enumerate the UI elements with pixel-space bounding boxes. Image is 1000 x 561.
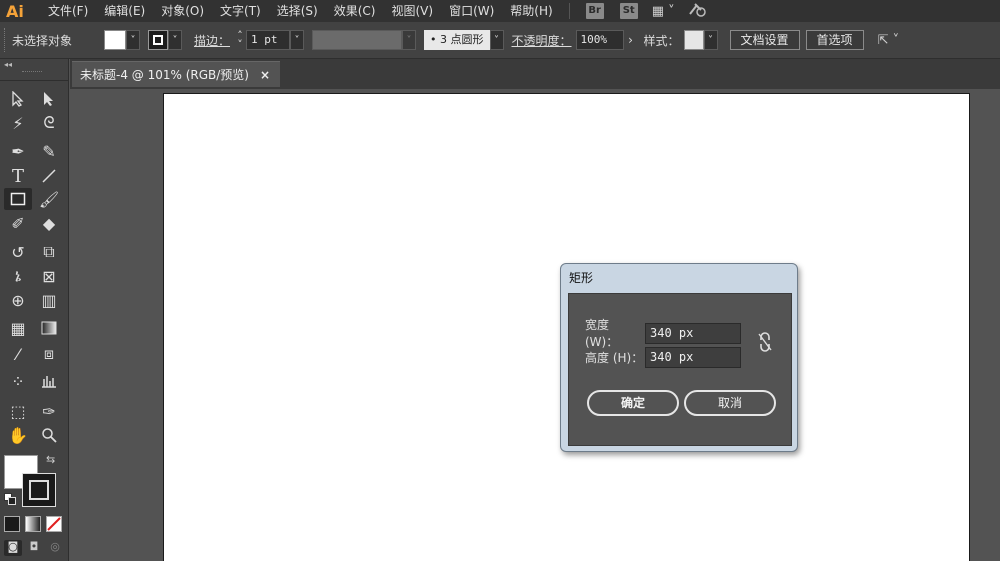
width-input[interactable]: 340 px [645, 322, 741, 344]
variable-width-profile[interactable] [312, 30, 403, 50]
hand-tool-icon[interactable]: ✋ [4, 424, 32, 446]
opacity-arrow[interactable]: › [624, 33, 638, 47]
line-segment-tool-icon[interactable] [35, 165, 63, 187]
menu-type[interactable]: 文字(T) [212, 0, 269, 22]
stroke-spinner[interactable]: ˄ ˅ [234, 30, 246, 50]
magic-wand-tool-icon[interactable]: ⚡ [4, 112, 32, 134]
stroke-color-box[interactable] [22, 473, 56, 507]
dialog-body: 宽度 (W)： 340 px 高度 (H)： 340 px 确定 取消 [568, 293, 792, 446]
swap-fill-stroke-icon[interactable]: ⇆ [46, 453, 62, 469]
brush-dropdown[interactable]: ˅ [489, 30, 504, 50]
paintbrush-tool-icon[interactable]: 🖌 [35, 188, 63, 210]
free-transform-tool-icon[interactable]: ⊠ [35, 265, 63, 287]
arrange-documents-icon[interactable]: ⇱ ˅ [878, 33, 900, 48]
menu-edit[interactable]: 编辑(E) [96, 0, 153, 22]
shape-builder-tool-icon[interactable]: ⊕ [4, 289, 32, 311]
dialog-title: 矩形 [569, 271, 594, 285]
document-tab-title: 未标题-4 @ 101% (RGB/预览) [80, 68, 249, 82]
cancel-button[interactable]: 取消 [684, 390, 776, 416]
column-graph-tool-icon[interactable] [35, 370, 63, 392]
height-label: 高度 (H)： [585, 351, 644, 365]
fill-dropdown[interactable]: ˅ [126, 30, 140, 50]
variable-width-dropdown[interactable]: ˅ [402, 30, 417, 50]
symbol-sprayer-tool-icon[interactable]: ⁘ [4, 370, 32, 392]
brush-definition[interactable]: • 3 点圆形 [424, 30, 490, 50]
height-row: 高度 (H)： 340 px [585, 347, 741, 368]
menu-bar: Ai 文件(F) 编辑(E) 对象(O) 文字(T) 选择(S) 效果(C) 视… [0, 0, 1000, 22]
stroke-weight-dropdown[interactable]: ˅ [290, 30, 305, 50]
zoom-tool-icon[interactable] [35, 424, 63, 446]
document-setup-button[interactable]: 文档设置 [729, 30, 800, 50]
direct-selection-tool-icon[interactable] [35, 88, 63, 110]
draw-inside-icon[interactable]: ◎ [46, 540, 64, 556]
slice-tool-icon[interactable]: ✑ [35, 400, 63, 422]
control-bar-grip[interactable] [4, 28, 8, 52]
menu-file[interactable]: 文件(F) [40, 0, 96, 22]
tools-panel-header[interactable]: ◂◂ [0, 59, 68, 81]
menu-effect[interactable]: 效果(C) [326, 0, 384, 22]
eyedropper-tool-icon[interactable]: ⁄ [4, 343, 32, 365]
opacity-input[interactable]: 100% [575, 30, 624, 50]
shaper-tool-icon[interactable]: ✐ [4, 212, 32, 234]
style-label: 样式： [643, 33, 680, 48]
menu-help[interactable]: 帮助(H) [502, 0, 560, 22]
warp-tool-icon[interactable]: ኔ [4, 265, 32, 287]
graphic-style-swatch[interactable] [683, 30, 704, 50]
artboard-tool-icon[interactable]: ⬚ [4, 400, 32, 422]
collapse-icon[interactable]: ◂◂ [4, 60, 12, 69]
pen-tool-icon[interactable]: ✒ [4, 140, 32, 162]
none-mode-icon[interactable] [46, 516, 62, 532]
draw-behind-icon[interactable]: ◘ [25, 540, 43, 556]
width-row: 宽度 (W)： 340 px [585, 316, 741, 350]
opacity-label[interactable]: 不透明度： [512, 32, 572, 49]
ok-button[interactable]: 确定 [587, 390, 679, 416]
lasso-tool-icon[interactable]: ᘓ [35, 112, 63, 134]
app-logo: Ai [6, 1, 24, 21]
tools-panel: ◂◂ ⚡ ᘓ ✒ ✎ T 🖌 ✐ ◆ ↺ ⧉ ኔ ⊠ ⊕ ▥ ▦ ⁄ ⧈ ⁘ ⬚… [0, 59, 69, 561]
rectangle-tool-icon[interactable] [4, 188, 32, 210]
perspective-grid-tool-icon[interactable]: ▥ [35, 289, 63, 311]
stroke-weight-input[interactable]: 1 pt [246, 30, 291, 50]
menu-divider [568, 3, 570, 19]
gradient-mode-icon[interactable] [25, 516, 41, 532]
menu-object[interactable]: 对象(O) [153, 0, 212, 22]
rotate-tool-icon[interactable]: ↺ [4, 241, 32, 263]
selection-tool-icon[interactable] [4, 88, 32, 110]
draw-normal-icon[interactable]: ◙ [4, 540, 22, 556]
menu-view[interactable]: 视图(V) [383, 0, 441, 22]
height-input[interactable]: 340 px [645, 347, 741, 368]
close-tab-icon[interactable]: × [260, 62, 270, 88]
curvature-tool-icon[interactable]: ✎ [35, 140, 63, 162]
stroke-label[interactable]: 描边： [194, 32, 230, 49]
mesh-tool-icon[interactable]: ▦ [4, 317, 32, 339]
selection-status: 未选择对象 [12, 33, 73, 48]
gradient-tool-icon[interactable] [35, 317, 63, 339]
fill-swatch[interactable] [104, 30, 126, 50]
scale-tool-icon[interactable]: ⧉ [35, 241, 63, 263]
stroke-dropdown[interactable]: ˅ [168, 30, 182, 50]
workspace-layout-icon[interactable]: ▦ ˅ [652, 4, 675, 19]
graphic-style-dropdown[interactable]: ˅ [703, 30, 718, 50]
default-colors-icon[interactable] [4, 493, 16, 505]
blend-tool-icon[interactable]: ⧈ [35, 343, 63, 365]
type-tool-icon[interactable]: T [4, 165, 32, 187]
stroke-swatch[interactable] [148, 30, 168, 50]
document-tab[interactable]: 未标题-4 @ 101% (RGB/预览) × [72, 61, 280, 87]
bridge-button[interactable]: Br [585, 3, 604, 19]
color-mode-icon[interactable] [4, 516, 20, 532]
constrain-proportions-icon[interactable] [757, 332, 773, 352]
rectangle-dialog: 矩形 宽度 (W)： 340 px 高度 (H)： 340 px 确定 取消 [560, 263, 798, 452]
menu-window[interactable]: 窗口(W) [441, 0, 502, 22]
eraser-tool-icon[interactable]: ◆ [35, 212, 63, 234]
width-label: 宽度 (W)： [585, 318, 619, 349]
stock-button[interactable]: St [619, 3, 638, 19]
gpu-performance-icon[interactable] [687, 1, 709, 21]
control-bar: 未选择对象 ˅ ˅ 描边： ˄ ˅ 1 pt ˅ ˅ • 3 点圆形 ˅ 不透明度… [0, 22, 1000, 59]
preferences-button[interactable]: 首选项 [805, 30, 864, 50]
menu-select[interactable]: 选择(S) [269, 0, 326, 22]
